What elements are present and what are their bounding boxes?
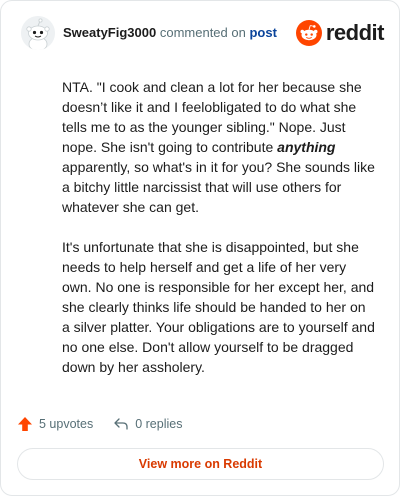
reply-arrow-icon [114, 418, 128, 430]
reddit-brand[interactable]: reddit [295, 19, 385, 47]
reply-count: 0 replies [135, 417, 183, 431]
comment-p1-after: apparently, so what's in it for you? She… [62, 159, 375, 215]
upvote-arrow-icon [18, 417, 32, 431]
comment-actions: 5 upvotes 0 replies [17, 414, 202, 434]
comment-paragraph-2: It's unfortunate that she is disappointe… [62, 239, 375, 375]
replies-button[interactable]: 0 replies [113, 416, 182, 432]
reddit-logo-icon [295, 20, 322, 46]
reddit-wordmark: reddit [325, 20, 385, 45]
upvote-button[interactable]: 5 upvotes [17, 416, 93, 432]
avatar[interactable] [21, 16, 55, 50]
comment-meta: SweatyFig3000 commented on post [63, 25, 277, 41]
avatar-snoo-icon [21, 16, 55, 50]
comment-header: SweatyFig3000 commented on post reddit [21, 16, 385, 52]
upvote-count: 5 upvotes [39, 417, 94, 431]
post-link[interactable]: post [249, 25, 276, 40]
username-link[interactable]: SweatyFig3000 [63, 25, 156, 40]
comment-embed-card: SweatyFig3000 commented on post reddit N… [0, 0, 400, 496]
view-more-button[interactable]: View more on Reddit [17, 448, 384, 480]
comment-p1-emphasis: anything [277, 139, 336, 155]
comment-body: NTA. "I cook and clean a lot for her bec… [62, 77, 377, 397]
commented-on-text: commented on [159, 25, 246, 40]
comment-paragraph-1: NTA. "I cook and clean a lot for her bec… [62, 77, 377, 217]
